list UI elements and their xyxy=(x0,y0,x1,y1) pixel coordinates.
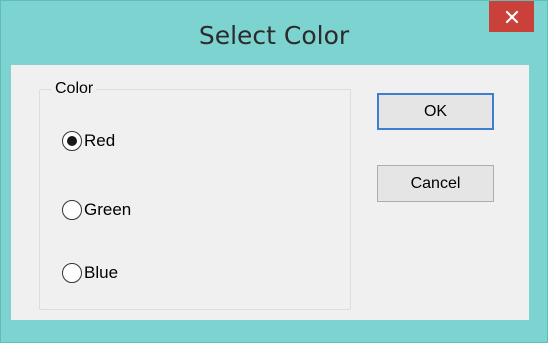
radio-button-red[interactable] xyxy=(62,131,82,151)
dialog-title: Select Color xyxy=(198,21,350,50)
cancel-button[interactable]: Cancel xyxy=(377,165,494,202)
radio-button-green[interactable] xyxy=(62,200,82,220)
radio-selected-dot xyxy=(67,136,77,146)
radio-label-blue: Blue xyxy=(84,263,119,282)
color-groupbox: Color Red Green Blue xyxy=(39,80,351,310)
radio-option-green[interactable]: Green xyxy=(62,197,131,223)
color-group-legend: Color xyxy=(52,80,97,98)
radio-option-red[interactable]: Red xyxy=(62,128,115,154)
ok-button[interactable]: OK xyxy=(377,93,494,130)
radio-label-red: Red xyxy=(84,131,116,150)
dialog-body: Color Red Green Blue OK Cancel xyxy=(11,65,529,320)
radio-button-blue[interactable] xyxy=(62,263,82,283)
select-color-dialog: Select Color Color Red Green Blue OK Can… xyxy=(0,0,548,343)
radio-label-green: Green xyxy=(84,200,132,219)
close-button[interactable] xyxy=(489,1,534,32)
radio-option-blue[interactable]: Blue xyxy=(62,260,118,286)
close-icon xyxy=(505,10,518,23)
